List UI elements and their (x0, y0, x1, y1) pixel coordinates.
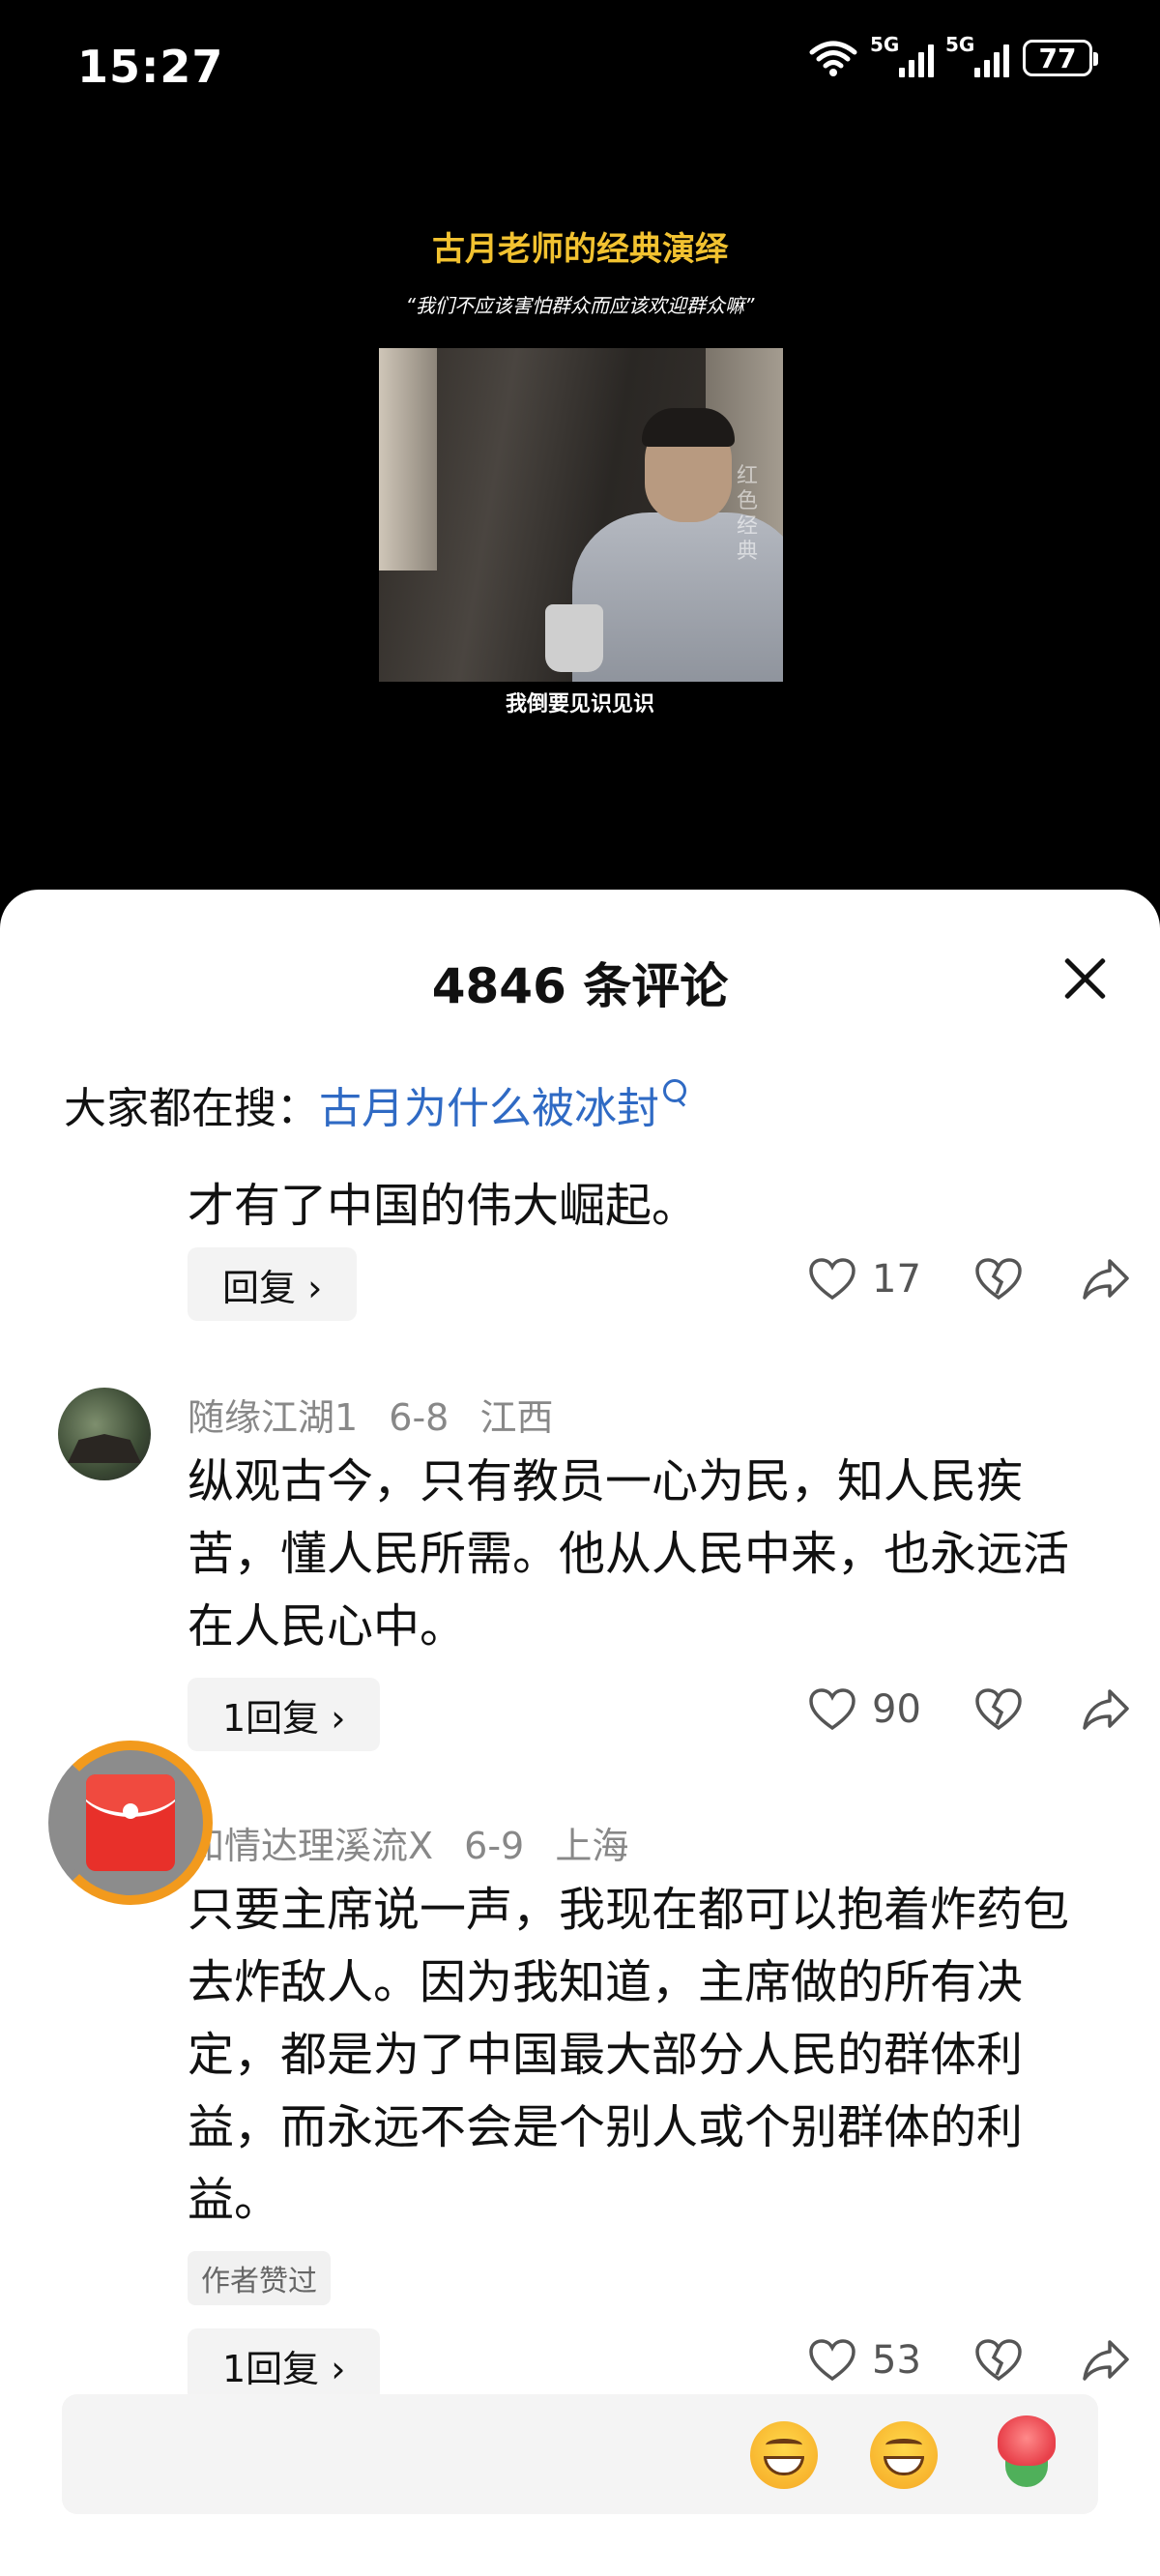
signal-icon-sim2: 5G (945, 33, 1009, 77)
username[interactable]: 随缘江湖1 (188, 1396, 358, 1439)
comment-text: 纵观古今，只有教员一心为民，知人民疾苦，懂人民所需。他从人民中来，也永远活在人民… (188, 1454, 1070, 1654)
heart-icon (809, 1688, 856, 1731)
video-frame: 红色经典 (379, 348, 783, 682)
like-count: 53 (872, 2338, 921, 2383)
broken-heart-icon (975, 1258, 1022, 1301)
video-title: 古月老师的经典演绎 (432, 230, 728, 269)
rose-emoji-icon[interactable] (992, 2415, 1061, 2491)
dislike-button[interactable] (974, 2338, 1023, 2383)
author-liked-badge: 作者赞过 (188, 2251, 331, 2305)
heart-icon (809, 2339, 856, 2382)
share-button[interactable] (1081, 1257, 1131, 1302)
trending-search[interactable]: 大家都在搜： 古月为什么被冰封 (64, 1073, 686, 1135)
share-icon (1083, 1689, 1129, 1730)
status-time: 15:27 (77, 41, 224, 93)
broken-heart-icon (975, 2339, 1022, 2382)
comment-actions: 90 (808, 1687, 1131, 1732)
heart-icon (809, 1258, 856, 1301)
comment-location: 上海 (555, 1825, 629, 1867)
reply-button[interactable]: 回复 › (188, 1247, 358, 1321)
username[interactable]: 知情达理溪流X (188, 1825, 433, 1867)
comment-location: 江西 (479, 1396, 554, 1439)
like-count: 90 (872, 1687, 921, 1732)
like-button[interactable]: 90 (808, 1687, 940, 1732)
reply-button[interactable]: 1回复 › (188, 2328, 381, 2402)
broken-heart-icon (975, 1688, 1022, 1731)
avatar[interactable] (58, 1388, 151, 1480)
video-subtitle: “我们不应该害怕群众而应该欢迎群众嘛” (405, 294, 755, 317)
comment-actions: 17 (808, 1257, 1131, 1302)
search-prefix: 大家都在搜： (64, 1084, 319, 1133)
video-watermark: 红色经典 (737, 464, 759, 564)
video-caption: 我倒要见识见识 (505, 692, 654, 717)
red-envelope-icon (86, 1774, 175, 1871)
comment-date: 6-8 (389, 1396, 450, 1439)
like-count: 17 (872, 1257, 921, 1302)
dislike-button[interactable] (974, 1687, 1023, 1732)
reply-button[interactable]: 1回复 › (188, 1678, 381, 1751)
video-player[interactable]: 古月老师的经典演绎 “我们不应该害怕群众而应该欢迎群众嘛” 红色经典 我倒要见识… (0, 135, 1160, 890)
share-icon (1083, 2340, 1129, 2381)
comment-meta: 随缘江湖1 6-8 江西 (188, 1388, 553, 1441)
signal-icon-sim1: 5G (870, 33, 934, 77)
laughing-emoji-icon[interactable] (750, 2421, 818, 2489)
search-keyword-link[interactable]: 古月为什么被冰封 (319, 1073, 659, 1135)
close-icon[interactable] (1056, 950, 1114, 1008)
battery-icon: 77 (1023, 40, 1098, 76)
comments-title: 4846 条评论 (431, 958, 729, 1014)
comment-date: 6-9 (464, 1825, 525, 1867)
share-icon (1083, 1259, 1129, 1300)
dislike-button[interactable] (974, 1257, 1023, 1302)
comment-actions: 53 (808, 2338, 1131, 2383)
comment-meta: 知情达理溪流X 6-9 上海 (188, 1816, 628, 1869)
comment-text: 才有了中国的伟大崛起。 (188, 1179, 699, 1233)
comment-text: 只要主席说一声，我现在都可以抱着炸药包去炸敌人。因为我知道，主席做的所有决定，都… (188, 1883, 1070, 2227)
status-icons: 5G 5G 77 (808, 33, 1098, 77)
comments-sheet: 4846 条评论 大家都在搜： 古月为什么被冰封 才有了中国的伟大崛起。 回复 … (0, 890, 1160, 2576)
status-bar: 15:27 5G 5G 77 (0, 0, 1160, 135)
grinning-emoji-icon[interactable] (870, 2421, 938, 2489)
share-button[interactable] (1081, 2338, 1131, 2383)
comment-input[interactable] (62, 2394, 1098, 2514)
search-icon (663, 1079, 686, 1102)
wifi-icon (809, 41, 857, 76)
like-button[interactable]: 53 (808, 2338, 940, 2383)
like-button[interactable]: 17 (808, 1257, 940, 1302)
red-packet-floating-button[interactable] (48, 1741, 213, 1905)
share-button[interactable] (1081, 1687, 1131, 1732)
